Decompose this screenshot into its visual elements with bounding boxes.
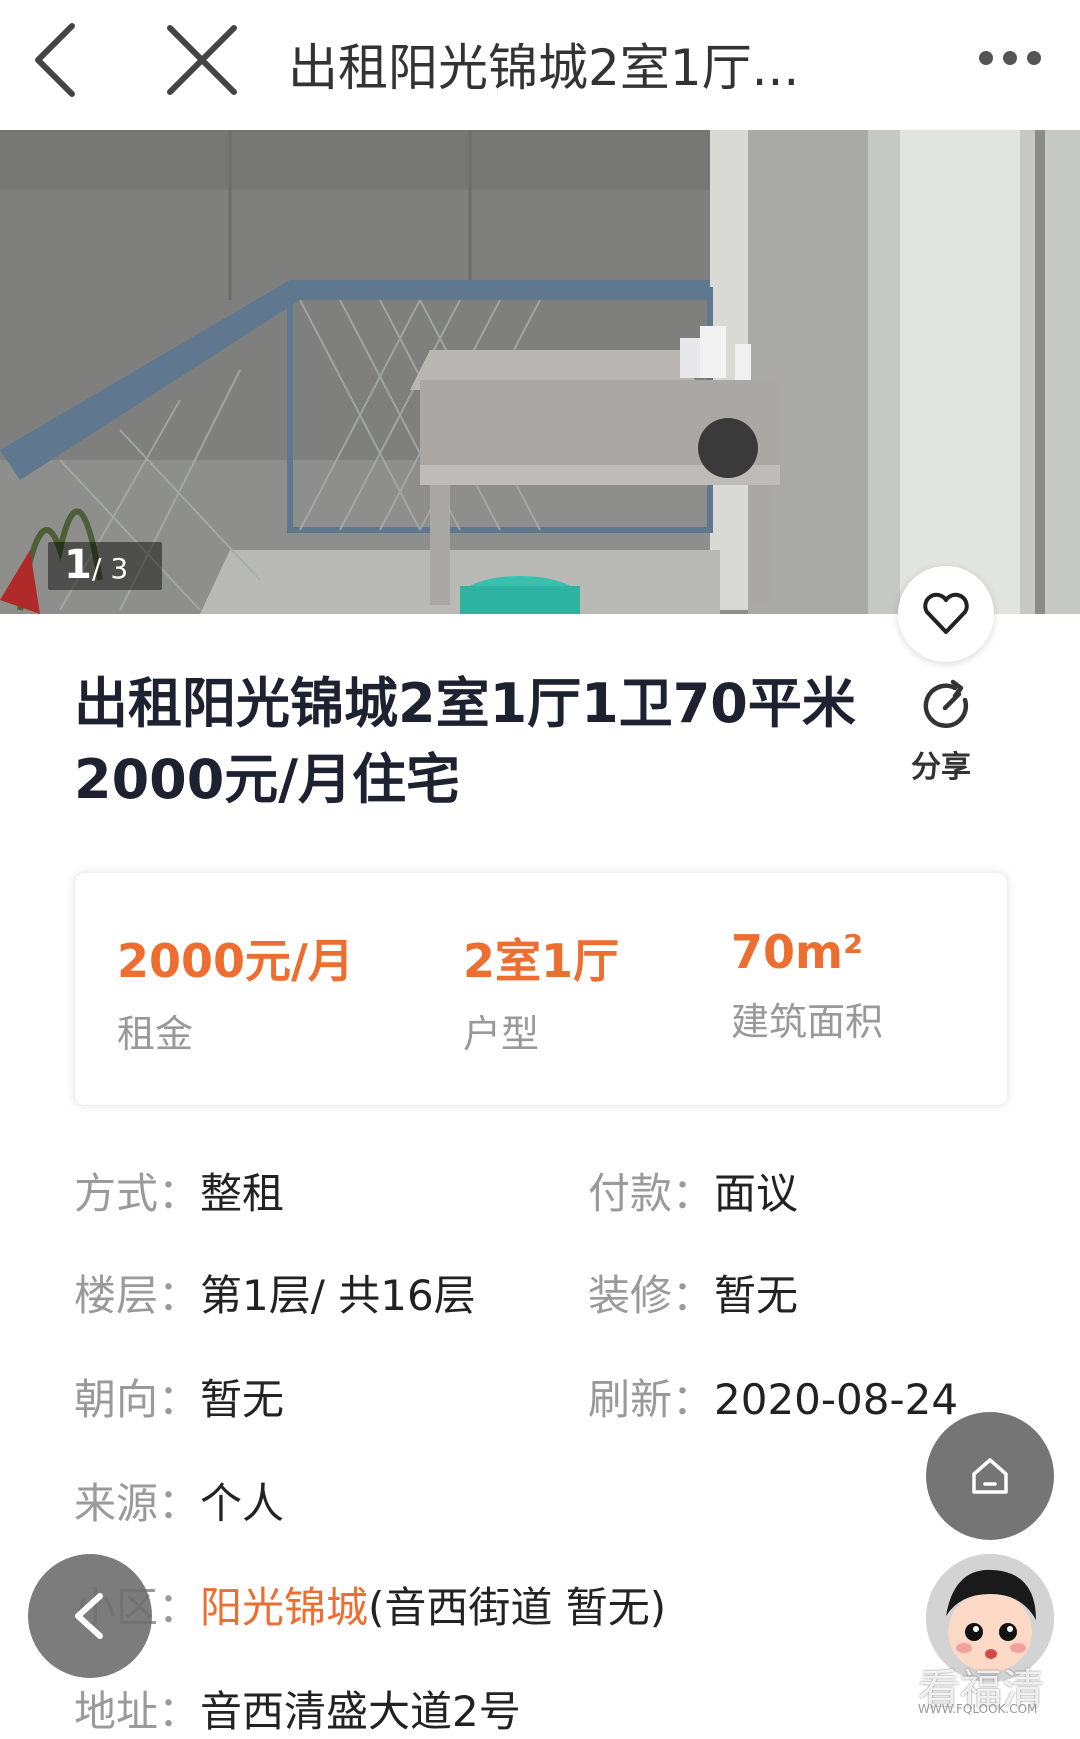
previous-button[interactable] xyxy=(28,1554,152,1678)
stat-layout-label: 户型 xyxy=(463,1012,540,1056)
detail-orientation-value: 暂无 xyxy=(200,1375,285,1424)
detail-payment-key: 付款： xyxy=(588,1169,715,1218)
detail-refresh-value: 2020-08-24 xyxy=(714,1375,959,1424)
detail-address: 地址：音西清盛大道2号 xyxy=(74,1678,521,1739)
detail-community-extra: (音西街道 暂无) xyxy=(368,1583,667,1632)
listing-title: 出租阳光锦城2室1厅1卫70平米2000元/月住宅 xyxy=(74,672,856,811)
chevron-left-icon xyxy=(75,1593,103,1639)
favorite-button[interactable] xyxy=(898,566,994,662)
detail-method-value: 整租 xyxy=(200,1169,285,1218)
balcony-photo xyxy=(0,130,1080,614)
stat-area: 70m² 建筑面积 xyxy=(731,925,883,1046)
detail-payment: 付款：面议 xyxy=(588,1160,798,1221)
more-icon[interactable] xyxy=(970,40,1060,80)
detail-floor-key: 楼层： xyxy=(74,1271,201,1320)
detail-orientation: 朝向：暂无 xyxy=(74,1366,284,1427)
detail-address-value: 音西清盛大道2号 xyxy=(200,1687,521,1736)
detail-method-key: 方式： xyxy=(74,1169,201,1218)
detail-community: 小区：阳光锦城(音西街道 暂无) xyxy=(74,1574,666,1635)
detail-floor: 楼层：第1层/ 共16层 xyxy=(74,1262,476,1323)
share-icon xyxy=(923,679,969,729)
detail-address-key: 地址： xyxy=(74,1687,201,1736)
detail-refresh: 刷新：2020-08-24 xyxy=(588,1366,958,1427)
detail-method: 方式：整租 xyxy=(74,1160,284,1221)
community-link[interactable]: 阳光锦城 xyxy=(200,1583,368,1632)
photo-gallery[interactable] xyxy=(0,130,1080,614)
detail-orientation-key: 朝向： xyxy=(74,1375,201,1424)
detail-floor-value: 第1层/ 共16层 xyxy=(200,1271,476,1320)
photo-counter-total: / 3 xyxy=(92,552,129,585)
detail-source: 来源：个人 xyxy=(74,1470,284,1531)
photo-counter: 1 / 3 xyxy=(48,542,162,590)
detail-source-value: 个人 xyxy=(200,1479,285,1528)
key-stats-card: 2000元/月 租金 2室1厅 户型 70m² 建筑面积 xyxy=(74,872,1008,1106)
detail-source-key: 来源： xyxy=(74,1479,201,1528)
stat-rent: 2000元/月 租金 xyxy=(117,925,354,1058)
detail-decoration-key: 装修： xyxy=(588,1271,715,1320)
watermark-url: WWW.FQLOOK.COM xyxy=(918,1702,1038,1716)
detail-payment-value: 面议 xyxy=(714,1169,799,1218)
stat-area-value: 70m² xyxy=(731,925,864,979)
stat-area-label: 建筑面积 xyxy=(731,1000,884,1044)
page-title: 出租阳光锦城2室1厅... xyxy=(288,39,800,97)
home-button[interactable] xyxy=(926,1412,1054,1540)
stat-rent-label: 租金 xyxy=(117,1012,194,1056)
stat-rent-value: 2000元/月 xyxy=(117,934,354,988)
close-icon[interactable] xyxy=(162,20,242,100)
back-arrow-icon[interactable] xyxy=(30,20,110,100)
detail-refresh-key: 刷新： xyxy=(588,1375,715,1424)
stat-layout-value: 2室1厅 xyxy=(463,934,620,988)
photo-counter-current: 1 xyxy=(64,542,92,588)
share-label: 分享 xyxy=(911,750,971,785)
top-bar: 出租阳光锦城2室1厅... xyxy=(0,0,1080,130)
heart-icon xyxy=(923,592,969,634)
detail-decoration: 装修：暂无 xyxy=(588,1262,798,1323)
stat-layout: 2室1厅 户型 xyxy=(463,925,619,1058)
home-icon xyxy=(972,1458,1008,1494)
detail-decoration-value: 暂无 xyxy=(714,1271,799,1320)
